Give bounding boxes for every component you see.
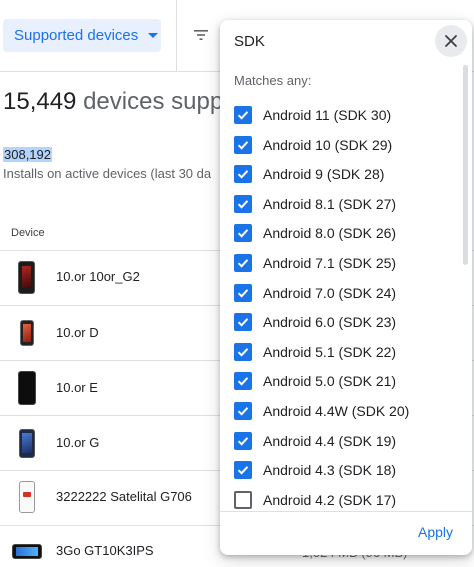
checkbox-checked[interactable]	[234, 313, 252, 332]
sdk-option-label: Android 6.0 (SDK 23)	[263, 314, 397, 331]
toolbar-divider	[176, 0, 177, 72]
filter-icon[interactable]	[192, 26, 210, 44]
checkbox-checked[interactable]	[234, 224, 252, 243]
sdk-filter-panel: SDK Matches any: Android 11 (SDK 30) Andr…	[220, 20, 472, 555]
device-name: 10.or G	[56, 435, 100, 450]
column-header-device[interactable]: Device	[11, 227, 45, 239]
close-icon	[445, 35, 457, 47]
check-icon	[237, 170, 249, 179]
device-count: 15,449	[3, 88, 77, 115]
checkbox-checked[interactable]	[234, 342, 252, 361]
sdk-option[interactable]: Android 8.1 (SDK 27)	[234, 191, 396, 217]
check-icon	[237, 407, 249, 416]
panel-scrollbar[interactable]	[463, 65, 468, 265]
device-name: 3Go GT10K3IPS	[56, 543, 154, 558]
checkbox-checked[interactable]	[234, 135, 252, 154]
checkbox-checked[interactable]	[234, 254, 252, 272]
sdk-option-label: Android 5.1 (SDK 22)	[263, 343, 397, 360]
checkbox-checked[interactable]	[234, 402, 252, 420]
checkbox-checked[interactable]	[234, 431, 252, 450]
checkbox-unchecked[interactable]	[234, 490, 252, 509]
sdk-option-label: Android 4.4W (SDK 20)	[263, 403, 410, 419]
device-count-headline: 15,449 devices suppo	[3, 88, 237, 116]
device-thumbnail	[20, 320, 34, 346]
check-icon	[237, 318, 249, 327]
sdk-option-label: Android 9 (SDK 28)	[263, 166, 385, 183]
device-thumbnail	[19, 481, 35, 513]
sdk-filter-title: SDK	[234, 33, 265, 50]
apply-button[interactable]: Apply	[418, 524, 453, 540]
check-icon	[237, 199, 249, 209]
sdk-option[interactable]: Android 9 (SDK 28)	[234, 161, 384, 187]
check-icon	[237, 111, 249, 120]
sdk-option[interactable]: Android 11 (SDK 30)	[234, 102, 391, 128]
checkbox-checked[interactable]	[234, 461, 252, 480]
sdk-option-label: Android 4.3 (SDK 18)	[263, 462, 397, 479]
sdk-option-label: Android 8.1 (SDK 27)	[263, 195, 397, 212]
close-button[interactable]	[435, 25, 467, 57]
sdk-option[interactable]: Android 10 (SDK 29)	[234, 132, 392, 158]
device-count-suffix: devices suppo	[83, 88, 237, 115]
sdk-option[interactable]: Android 4.4 (SDK 19)	[234, 428, 396, 454]
checkbox-checked[interactable]	[234, 194, 252, 213]
supported-devices-dropdown[interactable]: Supported devices	[3, 19, 161, 52]
sdk-option[interactable]: Android 5.0 (SDK 21)	[234, 368, 396, 394]
installs-value: 308,192	[3, 147, 52, 162]
sdk-option-label: Android 11 (SDK 30)	[263, 107, 392, 123]
check-icon	[237, 229, 249, 239]
device-name: 10.or 10or_G2	[56, 269, 140, 284]
checkbox-checked[interactable]	[234, 283, 252, 302]
check-icon	[237, 466, 249, 475]
sdk-option[interactable]: Android 4.4W (SDK 20)	[234, 398, 409, 424]
caret-down-icon	[148, 33, 159, 38]
checkbox-checked[interactable]	[234, 165, 252, 184]
sdk-option-label: Android 4.4 (SDK 19)	[263, 432, 397, 449]
sdk-option-label: Android 7.1 (SDK 25)	[263, 255, 397, 271]
sdk-option[interactable]: Android 4.3 (SDK 18)	[234, 457, 396, 483]
sdk-option-label: Android 4.2 (SDK 17)	[263, 491, 397, 508]
sdk-option[interactable]: Android 8.0 (SDK 26)	[234, 220, 396, 246]
sdk-option[interactable]: Android 5.1 (SDK 22)	[234, 339, 396, 365]
panel-footer-divider	[220, 511, 472, 512]
checkbox-checked[interactable]	[234, 106, 252, 124]
device-name: 10.or E	[56, 380, 98, 395]
sdk-option-label: Android 8.0 (SDK 26)	[263, 225, 397, 242]
sdk-option-label: Android 10 (SDK 29)	[263, 136, 393, 153]
check-icon	[237, 347, 249, 357]
sdk-option-label: Android 5.0 (SDK 21)	[263, 373, 397, 390]
sdk-option[interactable]: Android 7.0 (SDK 24)	[234, 280, 396, 306]
installs-label: Installs on active devices (last 30 da	[3, 166, 212, 181]
device-thumbnail	[19, 429, 35, 458]
device-thumbnail	[12, 544, 42, 559]
sdk-option[interactable]: Android 6.0 (SDK 23)	[234, 309, 396, 335]
check-icon	[237, 288, 249, 298]
sdk-option[interactable]: Android 4.2 (SDK 17)	[234, 487, 396, 513]
sdk-option-label: Android 7.0 (SDK 24)	[263, 284, 397, 301]
device-name: 3222222 Satelital G706	[56, 489, 192, 504]
check-icon	[237, 140, 249, 150]
checkbox-checked[interactable]	[234, 372, 252, 391]
check-icon	[237, 436, 249, 446]
supported-devices-label: Supported devices	[14, 27, 139, 44]
device-name: 10.or D	[56, 325, 99, 340]
sdk-option[interactable]: Android 7.1 (SDK 25)	[234, 250, 396, 276]
check-icon	[237, 259, 249, 268]
matches-label: Matches any:	[234, 73, 312, 88]
check-icon	[237, 377, 249, 387]
device-thumbnail	[18, 371, 36, 405]
device-thumbnail	[18, 261, 35, 294]
